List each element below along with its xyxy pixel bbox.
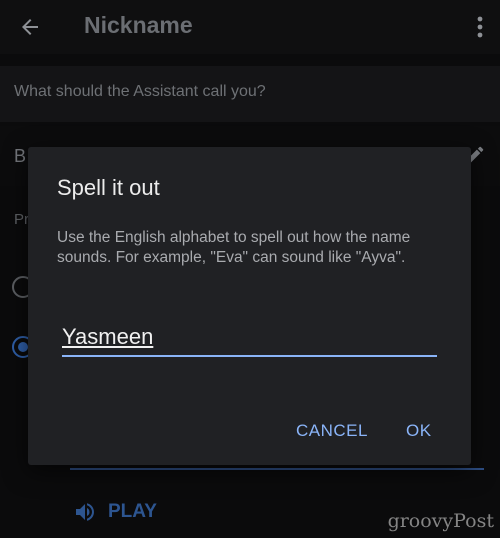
radio-selected-dot bbox=[18, 342, 28, 352]
back-button[interactable] bbox=[12, 9, 48, 45]
cancel-button[interactable]: CANCEL bbox=[292, 415, 372, 447]
play-button[interactable]: PLAY bbox=[72, 497, 157, 527]
question-header: What should the Assistant call you? bbox=[0, 66, 500, 122]
volume-icon bbox=[76, 503, 94, 521]
spelling-input[interactable] bbox=[62, 323, 437, 357]
ok-button[interactable]: OK bbox=[402, 415, 436, 447]
pronunciation-label: Pr bbox=[14, 211, 29, 228]
overflow-menu-button[interactable] bbox=[470, 12, 490, 42]
play-label: PLAY bbox=[108, 501, 157, 522]
app-bar: Nickname bbox=[0, 0, 500, 54]
nickname-value: B bbox=[14, 146, 27, 166]
page-title: Nickname bbox=[84, 12, 193, 38]
more-vert-icon bbox=[477, 16, 483, 38]
dialog-title: Spell it out bbox=[57, 175, 160, 200]
watermark: groovyPost bbox=[387, 510, 494, 532]
back-arrow-icon bbox=[22, 19, 38, 35]
spell-it-out-dialog: Spell it out Use the English alphabet to… bbox=[28, 147, 471, 465]
dialog-description: Use the English alphabet to spell out ho… bbox=[57, 229, 411, 266]
custom-pronunciation-underline bbox=[70, 468, 484, 470]
question-text: What should the Assistant call you? bbox=[14, 83, 266, 100]
